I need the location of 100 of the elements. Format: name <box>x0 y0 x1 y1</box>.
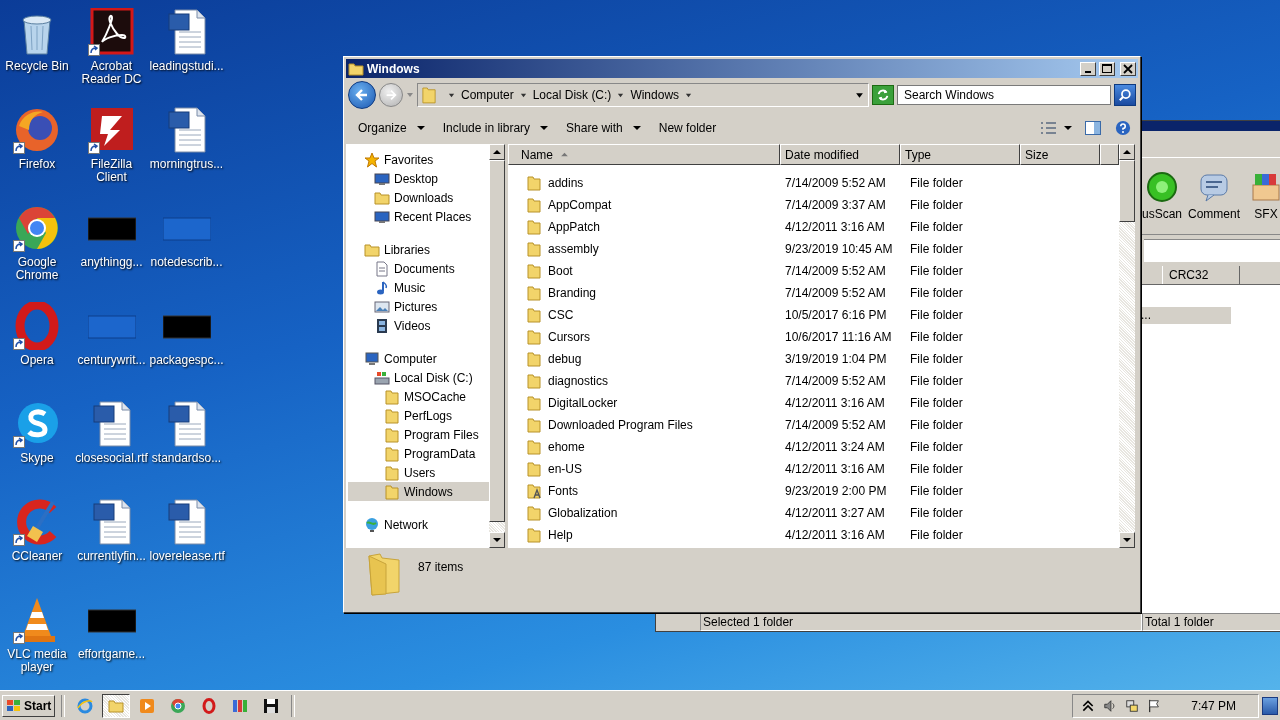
caret-icon[interactable] <box>1064 124 1072 132</box>
file-name[interactable]: AppPatch <box>548 220 601 234</box>
caret-icon[interactable] <box>617 91 625 99</box>
nav-item[interactable]: Local Disk (C:) <box>348 368 489 387</box>
toolbar-menu-button[interactable]: Organize <box>352 119 431 137</box>
chevron-up-icon[interactable] <box>1081 698 1096 713</box>
file-name[interactable]: assembly <box>548 242 599 256</box>
table-cell-text: File folder <box>909 462 964 476</box>
toolbar-button[interactable]: usScan <box>1138 171 1186 221</box>
file-name[interactable]: addins <box>548 176 584 190</box>
table-cell-text: File folder <box>909 352 964 366</box>
taskbar-button[interactable] <box>102 693 131 718</box>
icon-label: currentlyfin... <box>76 550 147 563</box>
toolbar-button[interactable]: SFX <box>1242 171 1280 221</box>
browser-icon[interactable] <box>13 204 61 252</box>
file-name[interactable]: debug <box>548 352 582 366</box>
dropdown-icon[interactable] <box>855 90 864 100</box>
list-row[interactable]: ... <box>1139 307 1231 324</box>
file-name[interactable]: en-US <box>548 462 582 476</box>
scrollbar[interactable] <box>1119 144 1135 548</box>
file-name[interactable]: diagnostics <box>548 374 609 388</box>
maximize-button[interactable] <box>1099 61 1115 76</box>
nav-item[interactable]: Program Files <box>348 425 489 444</box>
file-name[interactable]: Boot <box>548 264 573 278</box>
start-button[interactable]: Start <box>2 694 56 717</box>
scroll-thumb[interactable] <box>1119 160 1135 222</box>
file-name[interactable]: CSC <box>548 308 574 322</box>
nav-item[interactable]: Videos <box>348 316 489 335</box>
nav-item[interactable]: Network <box>348 515 489 534</box>
nav-item[interactable]: Favorites <box>348 150 489 169</box>
scroll-up-button[interactable] <box>1119 144 1135 160</box>
computer-icon <box>364 350 380 367</box>
toolbar-button[interactable]: Comment <box>1190 171 1238 221</box>
address-bar[interactable]: Computer Local Disk (C:) Windows <box>417 83 869 107</box>
help-icon[interactable] <box>1114 120 1132 136</box>
file-name[interactable]: Downloaded Program Files <box>548 418 693 432</box>
file-name[interactable]: Cursors <box>548 330 590 344</box>
table-cell-text: 7/14/2009 5:52 AM <box>784 264 887 278</box>
clock[interactable]: 7:47 PM <box>1191 698 1236 713</box>
column-header[interactable]: Size <box>1020 144 1100 165</box>
nav-item[interactable]: Windows <box>348 482 489 501</box>
search-field[interactable]: Search Windows <box>897 85 1111 105</box>
table-cell-text: 10/5/2017 6:16 PM <box>784 308 888 322</box>
file-name[interactable]: Fonts <box>548 484 578 498</box>
folder-icon <box>384 426 400 443</box>
breadcrumb-item[interactable]: Windows <box>630 88 680 102</box>
window-title: Windows <box>367 61 421 76</box>
column-header[interactable]: Date modified <box>780 144 900 165</box>
nav-item[interactable]: Computer <box>348 349 489 368</box>
preview-pane-icon[interactable] <box>1084 120 1102 136</box>
toolbar-menu-button[interactable]: Include in library <box>436 119 555 137</box>
folder-icon <box>108 697 125 714</box>
refresh-button[interactable] <box>872 85 894 105</box>
scroll-down-button[interactable] <box>1119 532 1135 548</box>
icon-label: Firefox <box>17 158 57 171</box>
scroll-down-button[interactable] <box>489 532 505 548</box>
nav-item[interactable]: Downloads <box>348 188 489 207</box>
file-name[interactable]: DigitalLocker <box>548 396 618 410</box>
toolbar-menu-button[interactable]: Share with <box>560 119 647 137</box>
nav-item[interactable]: MSOCache <box>348 387 489 406</box>
table-cell-text: File folder <box>909 220 964 234</box>
nav-item[interactable]: PerfLogs <box>348 406 489 425</box>
nav-item[interactable]: Recent Places <box>348 207 489 226</box>
show-desktop-button[interactable] <box>1262 696 1278 715</box>
caret-icon[interactable] <box>519 91 527 99</box>
nav-item[interactable]: Music <box>348 278 489 297</box>
column-header[interactable]: Name <box>508 144 780 165</box>
nav-item[interactable]: Users <box>348 463 489 482</box>
caret-icon[interactable] <box>685 91 693 99</box>
nav-item[interactable]: Libraries <box>348 240 489 259</box>
breadcrumb-item[interactable]: Computer <box>461 88 514 102</box>
table-cell-text: 7/14/2009 5:52 AM <box>784 418 887 432</box>
nav-item[interactable]: Documents <box>348 259 489 278</box>
file-name[interactable]: Globalization <box>548 506 618 520</box>
table-cell-text: 4/12/2011 3:24 AM <box>784 440 886 454</box>
nav-item[interactable]: Desktop <box>348 169 489 188</box>
address-field[interactable] <box>1144 239 1280 262</box>
minimize-button[interactable] <box>1080 61 1096 76</box>
toolbar-menu-button[interactable]: New folder <box>652 119 723 137</box>
scroll-up-button[interactable] <box>489 144 505 160</box>
breadcrumb-item[interactable]: Local Disk (C:) <box>532 88 612 102</box>
close-button[interactable] <box>1120 61 1136 76</box>
caret-icon[interactable] <box>448 91 455 99</box>
font-folder-icon <box>526 483 542 499</box>
browser-icon[interactable] <box>13 106 61 154</box>
network-icon[interactable] <box>1125 698 1140 713</box>
column-header[interactable]: Type <box>900 144 1020 165</box>
nav-item[interactable]: ProgramData <box>348 444 489 463</box>
back-button[interactable] <box>348 81 376 109</box>
flag-icon[interactable] <box>1147 698 1162 713</box>
file-name[interactable]: AppCompat <box>548 198 612 212</box>
column-header[interactable]: CRC32 <box>1162 266 1240 284</box>
file-name[interactable]: Branding <box>548 286 597 300</box>
radar-icon <box>1146 171 1178 203</box>
file-name[interactable]: ehome <box>548 440 585 454</box>
icon-label: Google Chrome <box>14 256 60 282</box>
ring-icon[interactable] <box>13 302 61 350</box>
nav-item[interactable]: Pictures <box>348 297 489 316</box>
file-name[interactable]: Help <box>548 528 573 542</box>
search-button[interactable] <box>1114 84 1136 106</box>
